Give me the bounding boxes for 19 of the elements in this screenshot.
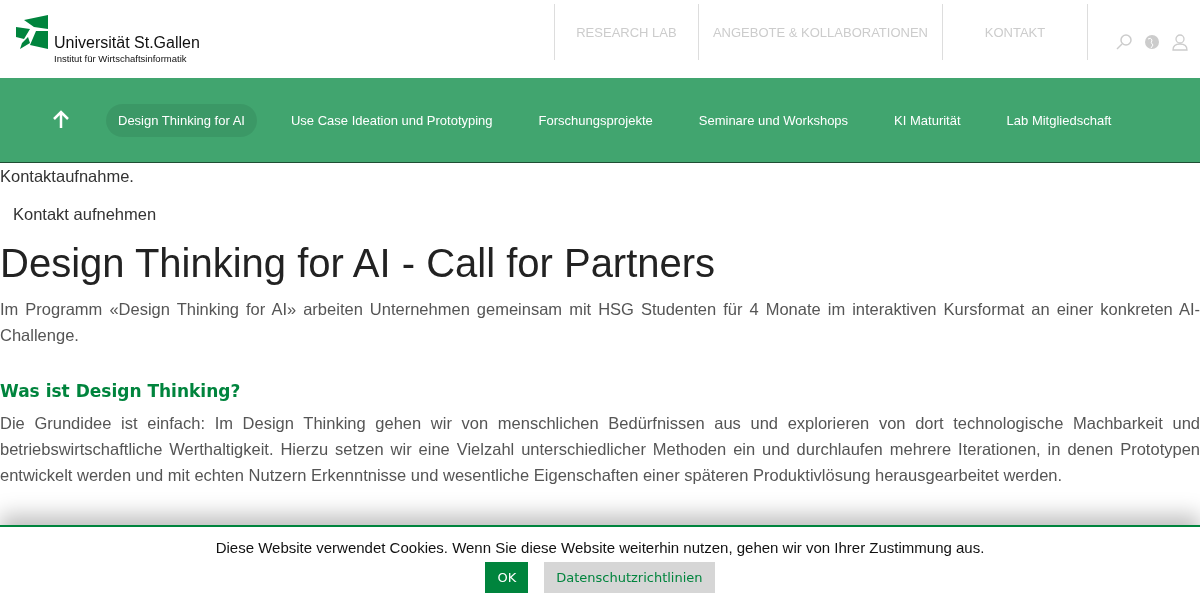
privacy-button[interactable]: Datenschutzrichtlinien bbox=[544, 562, 715, 593]
logo-name[interactable]: Universität St.Gallen bbox=[54, 34, 200, 51]
search-icon[interactable] bbox=[1116, 34, 1132, 50]
nav-tab[interactable]: Seminare und Workshops bbox=[686, 103, 861, 137]
nav-tab[interactable]: Forschungsprojekte bbox=[526, 103, 665, 137]
page-title: Design Thinking for AI - Call for Partners bbox=[0, 240, 717, 287]
ok-button[interactable]: OK bbox=[485, 562, 529, 593]
contact-link[interactable]: Kontakt aufnehmen bbox=[13, 205, 157, 224]
nav-tab[interactable]: Use Case Ideation und Prototyping bbox=[278, 103, 505, 137]
paragraph: Kontaktaufnahme. bbox=[0, 166, 135, 187]
paragraph: Die Grundidee ist einfach: Im Design Thinking gehen wir von menschlichen Bedürfnissen aus und explorieren von dort technologische Machbarkeit und betriebswirtschaftliche Werthaltigkeit. Hierzu setzen wir eine Vielzahl unterschiedlicher Methoden ein und durchlaufen mehrere Iterationen, in denen Prototypen entwickelt werden und mit echten Nutzern Erkenntnisse und wesentliche Eigenschaften einer späteren Produktivlösung herausgearbeitet werden. bbox=[0, 413, 1200, 486]
nav-tab[interactable]: Design Thinking for AI bbox=[106, 103, 257, 137]
logo-subtitle: Institut für Wirtschaftsinformatik bbox=[54, 52, 188, 64]
nav-tab[interactable]: Lab Mitgliedschaft bbox=[994, 103, 1124, 137]
cookie-message: Diese Website verwendet Cookies. Wenn Sie diese Website weiterhin nutzen, gehen wir von Ihrer Zustimmung aus. bbox=[215, 539, 985, 556]
section-heading: Was ist Design Thinking? bbox=[0, 380, 242, 403]
lead-paragraph: Im Programm «Design Thinking for AI» arbeiten Unternehmen gemeinsam mit HSG Studenten für 4 Monate im interaktiven Kursformat an einer konkreten AI-Challenge. bbox=[0, 299, 1200, 346]
nav-tab[interactable]: KI Maturität bbox=[882, 103, 973, 137]
user-icon[interactable] bbox=[1172, 33, 1188, 51]
